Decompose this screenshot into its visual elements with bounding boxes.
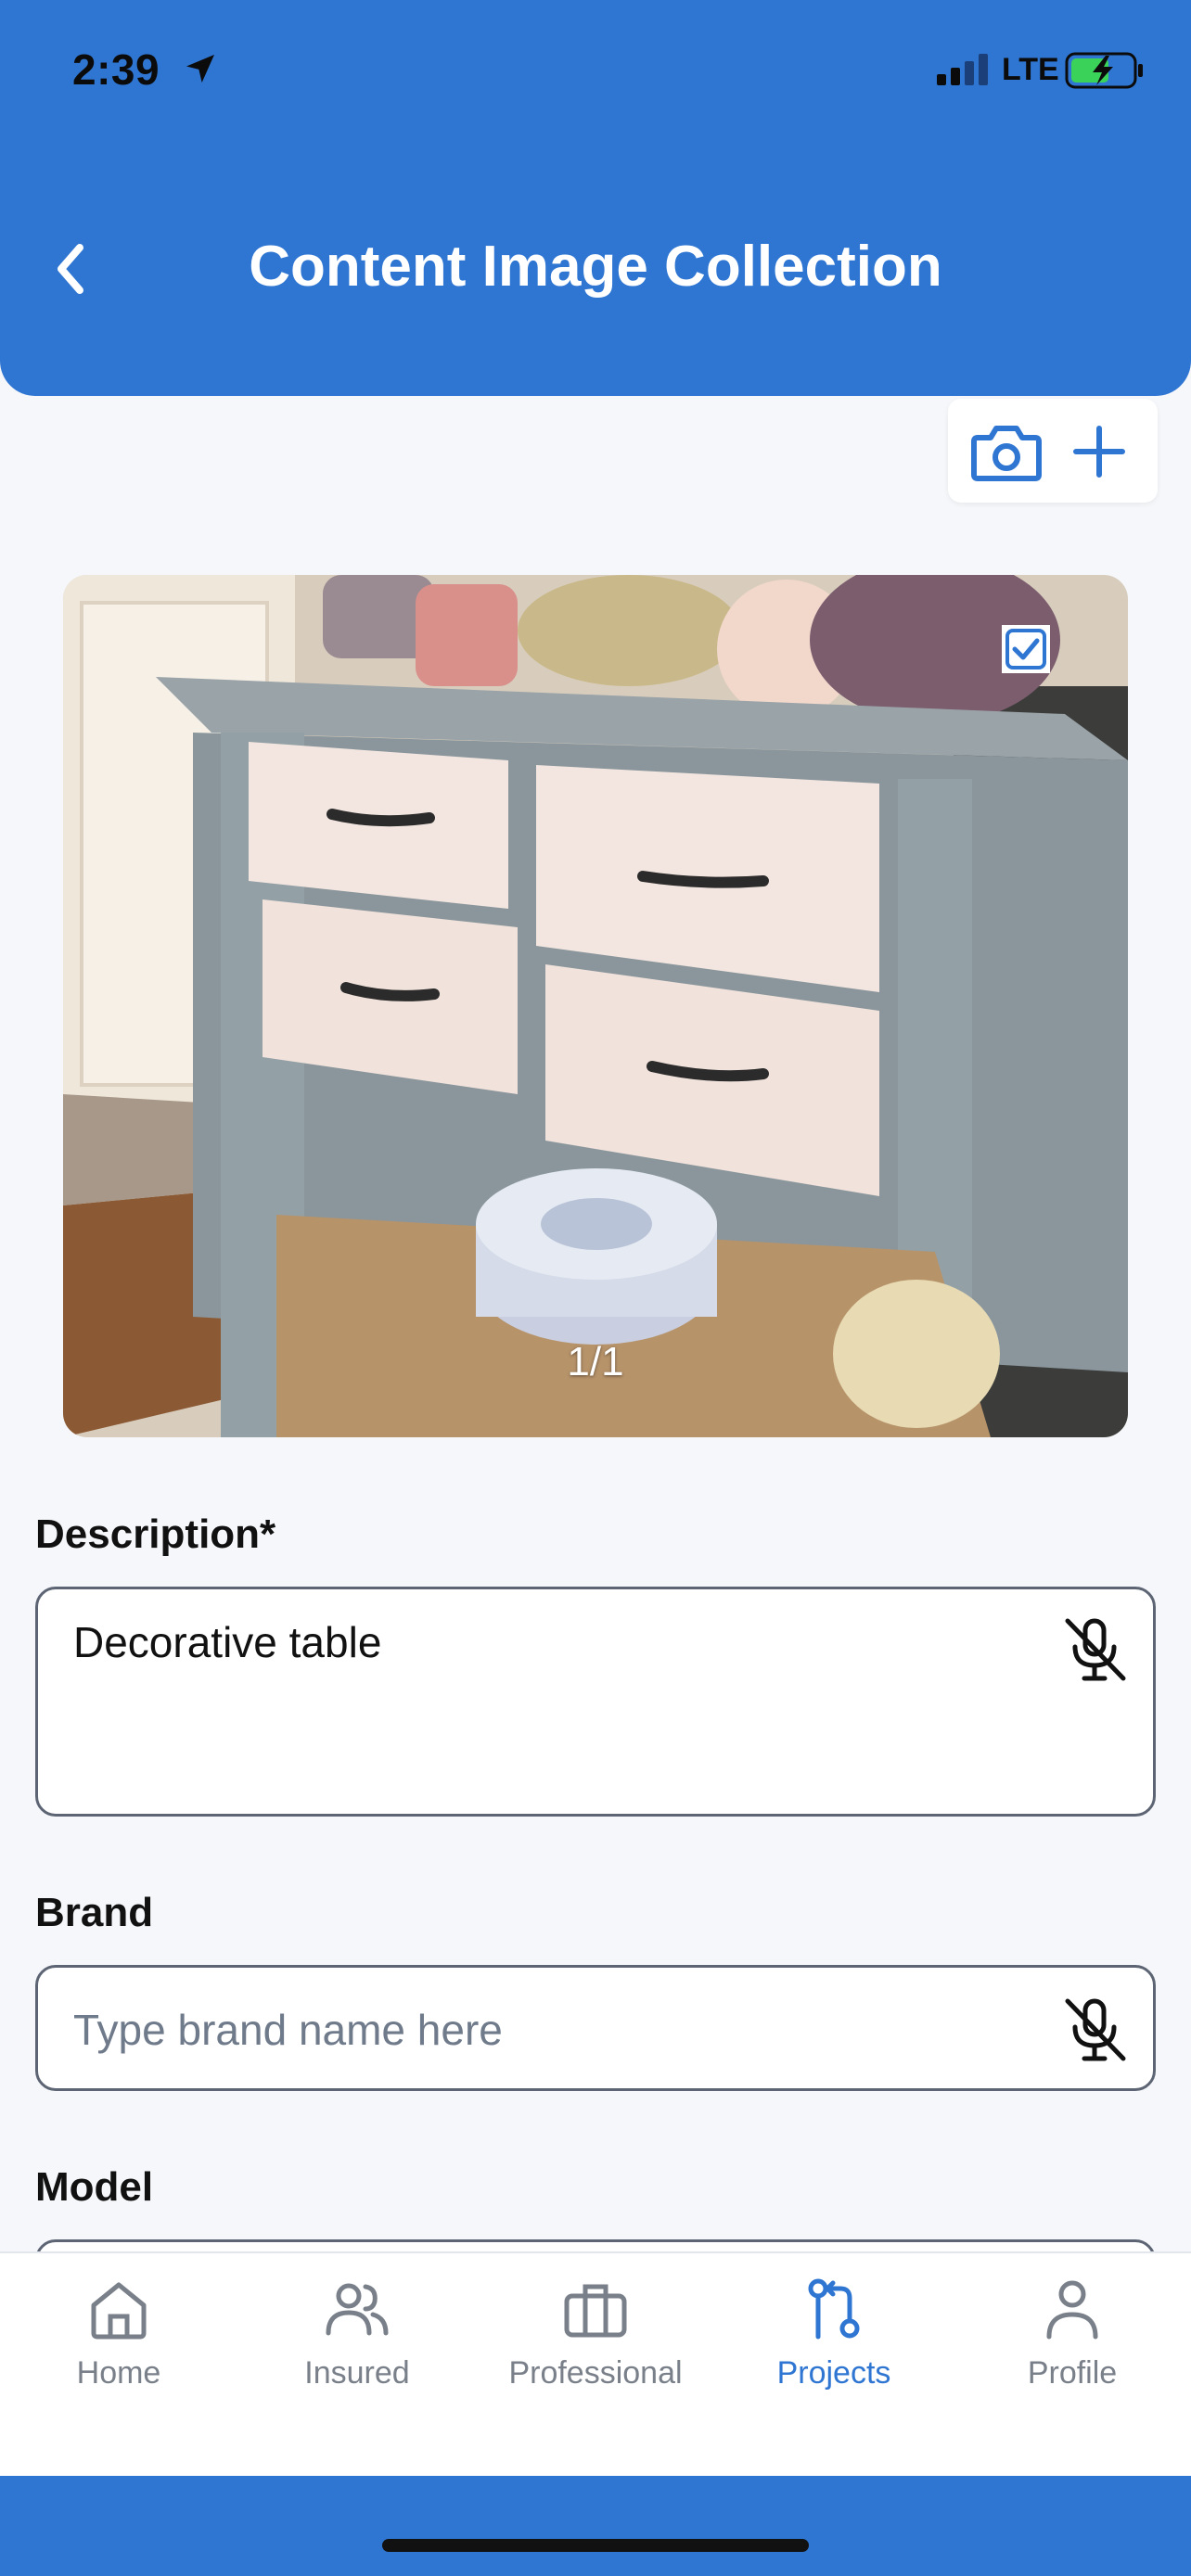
network-label: LTE bbox=[1002, 52, 1059, 87]
home-icon bbox=[91, 2282, 147, 2340]
table-photo-illustration bbox=[63, 575, 1128, 1437]
selected-checkbox-icon[interactable] bbox=[1000, 623, 1052, 675]
nav-home-label: Home bbox=[76, 2355, 161, 2391]
brand-field[interactable]: Type brand name here bbox=[35, 1965, 1156, 2091]
header-bar: 2:39 LTE Content Image Collection bbox=[0, 0, 1191, 396]
home-indicator-area bbox=[0, 2476, 1191, 2576]
location-arrow-icon bbox=[186, 55, 214, 83]
nav-professional[interactable]: Professional bbox=[477, 2253, 714, 2420]
status-bar: 2:39 LTE bbox=[0, 45, 1191, 100]
bottom-nav: Home Insured Professional Projects Profi… bbox=[0, 2251, 1191, 2478]
brand-label: Brand bbox=[35, 1890, 154, 1935]
projects-icon bbox=[808, 2278, 860, 2340]
person-icon bbox=[1046, 2280, 1098, 2340]
mic-off-icon[interactable] bbox=[1058, 1994, 1131, 2066]
camera-icon[interactable] bbox=[970, 421, 1043, 482]
users-icon bbox=[326, 2283, 389, 2336]
nav-profile[interactable]: Profile bbox=[954, 2253, 1191, 2420]
description-label: Description* bbox=[35, 1511, 276, 1557]
status-time: 2:39 bbox=[72, 45, 160, 94]
description-value[interactable]: Decorative table bbox=[73, 1617, 381, 1667]
nav-insured-label: Insured bbox=[304, 2355, 410, 2391]
nav-projects-label: Projects bbox=[776, 2355, 891, 2391]
nav-professional-label: Professional bbox=[508, 2355, 683, 2391]
nav-projects[interactable]: Projects bbox=[715, 2253, 953, 2420]
briefcase-icon bbox=[564, 2284, 627, 2338]
plus-icon[interactable] bbox=[1072, 425, 1126, 478]
nav-home[interactable]: Home bbox=[0, 2253, 237, 2420]
home-indicator[interactable] bbox=[382, 2539, 809, 2552]
image-actions-toolbar bbox=[948, 399, 1158, 503]
signal-icon bbox=[937, 54, 988, 85]
nav-insured[interactable]: Insured bbox=[238, 2253, 476, 2420]
nav-profile-label: Profile bbox=[1027, 2355, 1118, 2391]
page-title: Content Image Collection bbox=[249, 235, 942, 299]
content-photo[interactable]: 1/1 bbox=[63, 575, 1128, 1437]
image-counter: 1/1 bbox=[567, 1339, 624, 1384]
brand-placeholder[interactable]: Type brand name here bbox=[73, 2005, 503, 2055]
description-field[interactable]: Decorative table bbox=[35, 1587, 1156, 1817]
mic-off-icon[interactable] bbox=[1058, 1613, 1131, 1686]
model-label: Model bbox=[35, 2164, 154, 2210]
battery-charging-icon bbox=[1065, 52, 1143, 89]
